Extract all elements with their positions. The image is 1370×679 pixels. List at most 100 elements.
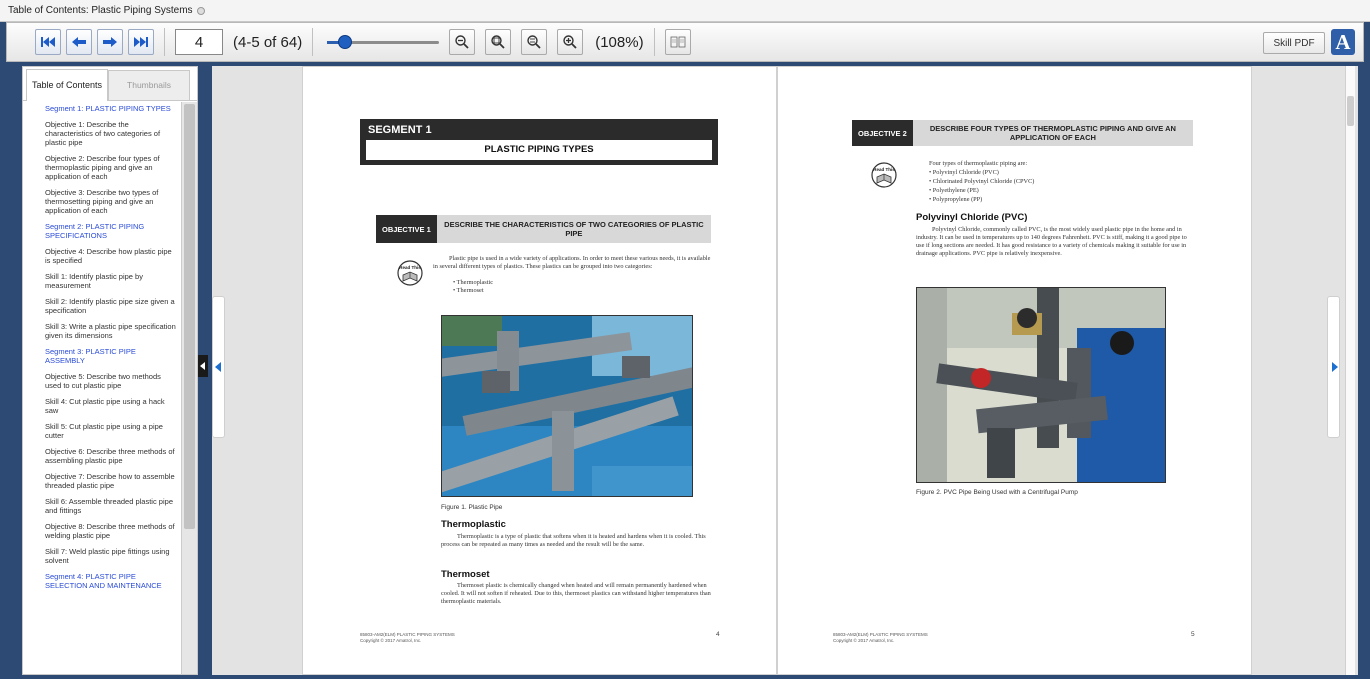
toc-item[interactable]: Objective 5: Describe two methods used t… bbox=[45, 372, 177, 390]
svg-text:Read This: Read This bbox=[399, 265, 421, 270]
toc-segment-item[interactable]: Segment 4: PLASTIC PIPE SELECTION AND MA… bbox=[45, 572, 177, 590]
objective-tag: OBJECTIVE 1 bbox=[376, 215, 437, 243]
pvc-pump-photo bbox=[917, 288, 1165, 482]
first-page-button[interactable] bbox=[35, 29, 61, 55]
segment-number: SEGMENT 1 bbox=[368, 124, 432, 136]
toc-list: Segment 1: PLASTIC PIPING TYPES Objective… bbox=[23, 102, 181, 674]
figure-1-caption: Figure 1. Plastic Pipe bbox=[441, 504, 503, 511]
zoom-fit-width-button[interactable] bbox=[485, 29, 512, 55]
document-scrollbar[interactable] bbox=[1345, 66, 1355, 675]
pvc-paragraph: Polyvinyl Chloride, commonly called PVC,… bbox=[916, 226, 1187, 257]
bullet-item: • Thermoset bbox=[453, 287, 484, 294]
toc-item[interactable]: Skill 6: Assemble threaded plastic pipe … bbox=[45, 497, 177, 515]
page-footer: 85803-AM2(ELM) PLASTIC PIPING SYSTEMS Co… bbox=[360, 632, 455, 644]
zoom-slider-thumb[interactable] bbox=[338, 35, 353, 49]
page-number: 4 bbox=[716, 631, 720, 638]
previous-page-icon bbox=[72, 37, 86, 47]
bullet-item: • Polyvinyl Chloride (PVC) bbox=[929, 169, 999, 176]
thermoplastic-paragraph: Thermoplastic is a type of plastic that … bbox=[441, 533, 706, 548]
page-left: SEGMENT 1 PLASTIC PIPING TYPES OBJECTIVE… bbox=[302, 66, 777, 675]
toc-item[interactable]: Skill 5: Cut plastic pipe using a pipe c… bbox=[45, 422, 177, 440]
read-this-book-icon: Read This bbox=[871, 162, 897, 188]
sidebar-tabs: Table of Contents Thumbnails bbox=[23, 67, 197, 101]
intro-paragraph: Four types of thermoplastic piping are: bbox=[929, 160, 1028, 167]
objective-header: OBJECTIVE 2 DESCRIBE FOUR TYPES OF THERM… bbox=[852, 120, 1193, 146]
last-page-button[interactable] bbox=[128, 29, 154, 55]
toc-item[interactable]: Skill 2: Identify plastic pipe size give… bbox=[45, 297, 177, 315]
window-title: Table of Contents: Plastic Piping System… bbox=[8, 5, 193, 16]
toc-segment-item[interactable]: Segment 1: PLASTIC PIPING TYPES bbox=[45, 104, 177, 113]
skill-pdf-button[interactable]: Skill PDF bbox=[1263, 32, 1325, 54]
page-number: 5 bbox=[1191, 631, 1195, 638]
figure-2-caption: Figure 2. PVC Pipe Being Used with a Cen… bbox=[916, 489, 1078, 496]
bullet-item: • Chlorinated Polyvinyl Chloride (CPVC) bbox=[929, 178, 1035, 185]
page-footer: 85803-AM2(ELM) PLASTIC PIPING SYSTEMS Co… bbox=[833, 632, 928, 644]
heading-pvc: Polyvinyl Chloride (PVC) bbox=[916, 212, 1028, 223]
page-right: OBJECTIVE 2 DESCRIBE FOUR TYPES OF THERM… bbox=[777, 66, 1252, 675]
zoom-out-button[interactable] bbox=[449, 29, 476, 55]
two-page-view-button[interactable] bbox=[664, 29, 691, 55]
toolbar-divider bbox=[653, 28, 655, 56]
zoom-fit-page-icon bbox=[527, 35, 541, 49]
toc-item[interactable]: Objective 3: Describe two types of therm… bbox=[45, 188, 177, 215]
previous-page-tab[interactable] bbox=[212, 296, 225, 438]
heading-thermoplastic: Thermoplastic bbox=[441, 519, 506, 530]
info-icon[interactable] bbox=[196, 6, 205, 15]
toc-item[interactable]: Objective 8: Describe three methods of w… bbox=[45, 522, 177, 540]
zoom-level-label: (108%) bbox=[595, 33, 644, 51]
zoom-out-icon bbox=[455, 35, 469, 49]
first-page-icon bbox=[41, 37, 55, 47]
accessibility-button[interactable]: A bbox=[1331, 29, 1355, 55]
objective-header: OBJECTIVE 1 DESCRIBE THE CHARACTERISTICS… bbox=[376, 215, 711, 243]
toc-item[interactable]: Skill 7: Weld plastic pipe fittings usin… bbox=[45, 547, 177, 565]
toc-segment-item[interactable]: Segment 2: PLASTIC PIPING SPECIFICATIONS bbox=[45, 222, 177, 240]
intro-paragraph: Plastic pipe is used in a wide variety o… bbox=[433, 255, 711, 270]
toc-item[interactable]: Objective 6: Describe three methods of a… bbox=[45, 447, 177, 465]
objective-text: DESCRIBE FOUR TYPES OF THERMOPLASTIC PIP… bbox=[929, 124, 1176, 142]
svg-text:Read This: Read This bbox=[873, 167, 895, 172]
next-page-tab[interactable] bbox=[1327, 296, 1340, 438]
toc-item[interactable]: Objective 1: Describe the characteristic… bbox=[45, 120, 177, 147]
zoom-fit-page-button[interactable] bbox=[521, 29, 548, 55]
toc-item[interactable]: Objective 2: Describe four types of ther… bbox=[45, 154, 177, 181]
zoom-in-icon bbox=[563, 35, 577, 49]
collapse-sidebar-button[interactable] bbox=[198, 355, 208, 377]
window-title-bar: Table of Contents: Plastic Piping System… bbox=[0, 0, 1370, 22]
viewer-toolbar: 4 (4-5 of 64) (108%) Skill PDF A bbox=[6, 22, 1364, 62]
zoom-slider[interactable] bbox=[327, 32, 440, 52]
figure-2-photo bbox=[916, 287, 1166, 483]
document-scrollbar-thumb[interactable] bbox=[1347, 96, 1354, 126]
zoom-fit-width-icon bbox=[491, 35, 505, 49]
previous-arrow-icon bbox=[215, 362, 221, 372]
bullet-item: • Thermoplastic bbox=[453, 279, 494, 286]
toc-item[interactable]: Skill 4: Cut plastic pipe using a hack s… bbox=[45, 397, 177, 415]
toolbar-divider bbox=[312, 28, 314, 56]
toc-item[interactable]: Objective 7: Describe how to assemble th… bbox=[45, 472, 177, 490]
sidebar-scrollbar[interactable] bbox=[181, 102, 197, 674]
page-number-input[interactable]: 4 bbox=[175, 29, 223, 55]
next-page-button[interactable] bbox=[97, 29, 123, 55]
toc-item[interactable]: Skill 1: Identify plastic pipe by measur… bbox=[45, 272, 177, 290]
page-count-label: (4-5 of 64) bbox=[233, 33, 303, 51]
heading-thermoset: Thermoset bbox=[441, 569, 490, 580]
previous-page-button[interactable] bbox=[66, 29, 92, 55]
tab-table-of-contents[interactable]: Table of Contents bbox=[26, 69, 108, 101]
toc-item[interactable]: Skill 3: Write a plastic pipe specificat… bbox=[45, 322, 177, 340]
zoom-in-button[interactable] bbox=[557, 29, 584, 55]
document-viewport: SEGMENT 1 PLASTIC PIPING TYPES OBJECTIVE… bbox=[212, 66, 1358, 675]
objective-text: DESCRIBE THE CHARACTERISTICS OF TWO CATE… bbox=[444, 220, 704, 238]
bullet-item: • Polypropylene (PP) bbox=[929, 196, 983, 203]
sidebar-scrollbar-thumb[interactable] bbox=[184, 104, 195, 529]
segment-header: SEGMENT 1 PLASTIC PIPING TYPES bbox=[360, 119, 718, 165]
toc-item[interactable]: Objective 4: Describe how plastic pipe i… bbox=[45, 247, 177, 265]
figure-1-photo bbox=[441, 315, 693, 497]
bullet-item: • Polyethylene (PE) bbox=[929, 187, 979, 194]
sidebar-panel: Table of Contents Thumbnails Segment 1: … bbox=[22, 66, 198, 675]
two-page-view-icon bbox=[670, 36, 685, 48]
toc-segment-item[interactable]: Segment 3: PLASTIC PIPE ASSEMBLY bbox=[45, 347, 177, 365]
toolbar-divider bbox=[164, 28, 165, 56]
plastic-pipe-photo bbox=[442, 316, 692, 496]
tab-thumbnails[interactable]: Thumbnails bbox=[108, 70, 190, 100]
next-arrow-icon bbox=[1332, 362, 1338, 372]
last-page-icon bbox=[134, 37, 148, 47]
